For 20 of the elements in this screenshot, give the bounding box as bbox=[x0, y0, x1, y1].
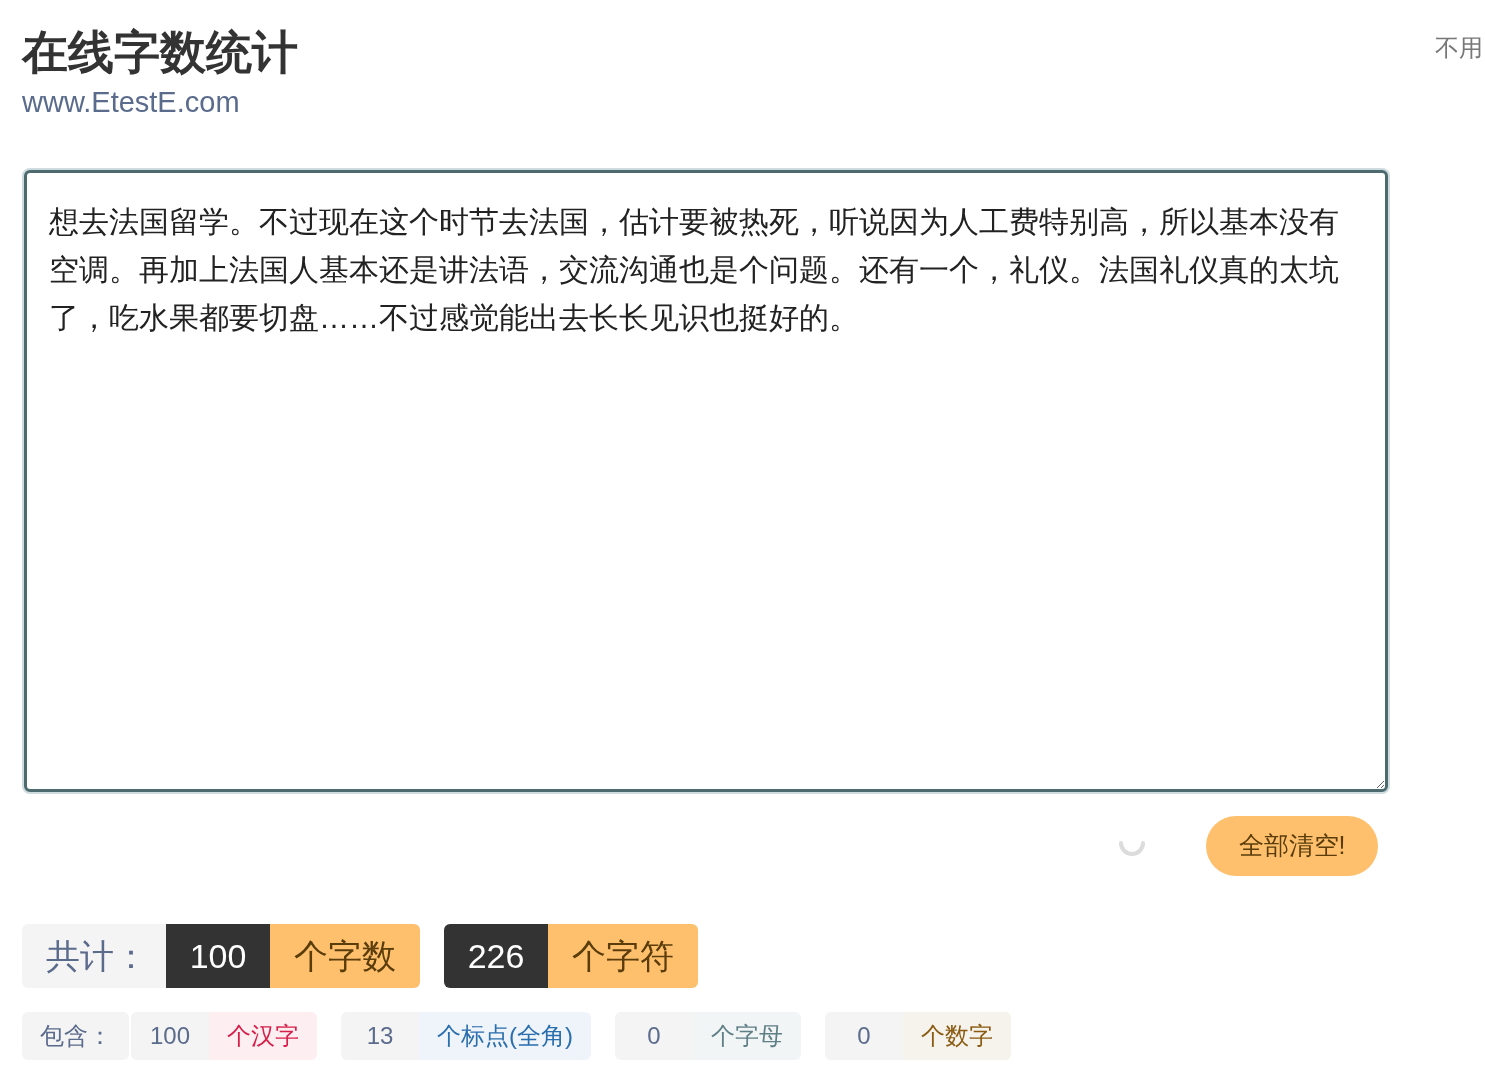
total-unit: 个字数 bbox=[270, 924, 420, 988]
corner-link[interactable]: 不用 bbox=[1435, 30, 1483, 66]
site-url: www.EtestE.com bbox=[22, 86, 240, 118]
breakdown-count: 0 bbox=[615, 1012, 693, 1060]
breakdown-count: 0 bbox=[825, 1012, 903, 1060]
breakdown-count: 100 bbox=[131, 1012, 209, 1060]
text-area[interactable]: 想去法国留学。不过现在这个时节去法国，估计要被热死，听说因为人工费特别高，所以基本没有空调。再加上法国人基本还是讲法语，交流沟通也是个问题。还有一个，礼仪。法国礼仪真的太坑了，吃水果都要切盘……不过感觉能出去长长见识也挺好的。 bbox=[24, 170, 1388, 792]
total-label: 共计： bbox=[22, 924, 166, 988]
loading-spinner-icon bbox=[1118, 841, 1146, 857]
breakdown-unit: 个数字 bbox=[903, 1012, 1011, 1060]
page-title: 在线字数统计 bbox=[22, 25, 298, 80]
total-count: 100 bbox=[166, 924, 270, 988]
breakdown-label: 包含： bbox=[22, 1012, 129, 1060]
breakdown-count: 13 bbox=[341, 1012, 419, 1060]
breakdown-unit: 个汉字 bbox=[209, 1012, 317, 1060]
total-unit: 个字符 bbox=[548, 924, 698, 988]
clear-all-button[interactable]: 全部清空! bbox=[1206, 816, 1378, 876]
total-count: 226 bbox=[444, 924, 548, 988]
breakdown-unit: 个标点(全角) bbox=[419, 1012, 591, 1060]
breakdown-unit: 个字母 bbox=[693, 1012, 801, 1060]
